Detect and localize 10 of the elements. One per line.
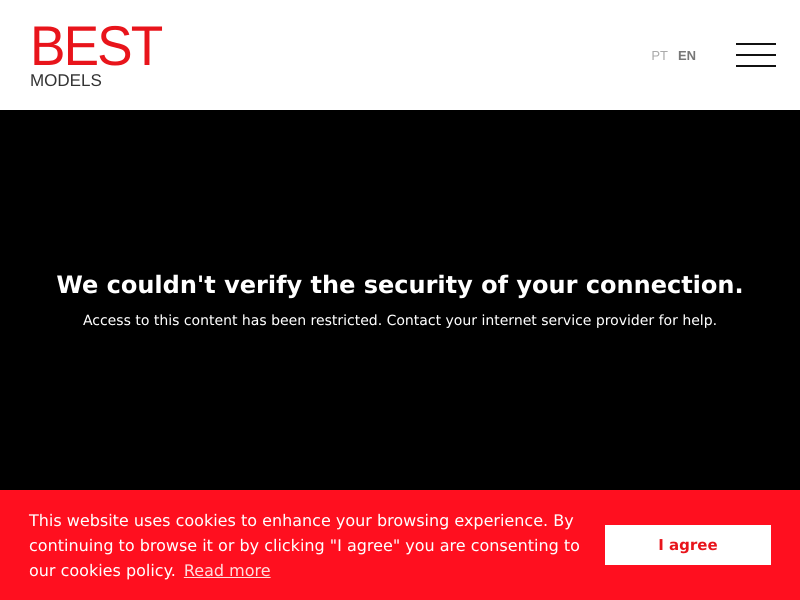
read-more-link[interactable]: Read more [184,560,271,580]
error-title: We couldn't verify the security of your connection. [56,271,744,299]
error-message: Access to this content has been restricted. Contact your internet service provider for help. [82,313,718,329]
menu-icon[interactable] [736,43,776,67]
agree-button[interactable]: I agree [604,525,771,565]
logo-tagline: MODELS [30,70,102,92]
language-link[interactable]: PT [651,48,668,62]
brand-logo[interactable]: BEST [30,22,162,70]
cookie-notice: This website uses cookies to enhance your browsing experience. By continuing to browse it or by clicking "I agree" you are consenting to our cookies policy. Read more [29,510,581,582]
language-link[interactable]: EN [678,48,696,62]
